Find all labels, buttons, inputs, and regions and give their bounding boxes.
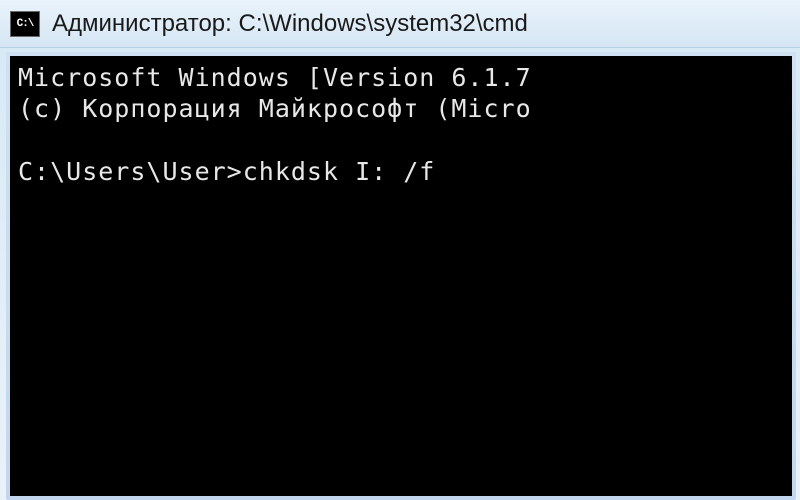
cmd-icon: C:\ (10, 11, 40, 37)
terminal-prompt: C:\Users\User> (18, 157, 243, 186)
terminal-prompt-line: C:\Users\User>chkdsk I: /f (18, 157, 435, 186)
window-title: Администратор: C:\Windows\system32\cmd (52, 10, 528, 38)
cmd-icon-label: C:\ (17, 18, 34, 30)
terminal-line-copyright: (с) Корпорация Майкрософт (Micro (18, 94, 532, 123)
window-frame: Microsoft Windows [Version 6.1.7 (с) Кор… (6, 52, 796, 500)
window-titlebar[interactable]: C:\ Администратор: C:\Windows\system32\c… (0, 0, 800, 48)
terminal-command[interactable]: chkdsk I: /f (243, 157, 436, 186)
terminal-line-version: Microsoft Windows [Version 6.1.7 (18, 63, 532, 92)
terminal-output[interactable]: Microsoft Windows [Version 6.1.7 (с) Кор… (10, 56, 792, 496)
